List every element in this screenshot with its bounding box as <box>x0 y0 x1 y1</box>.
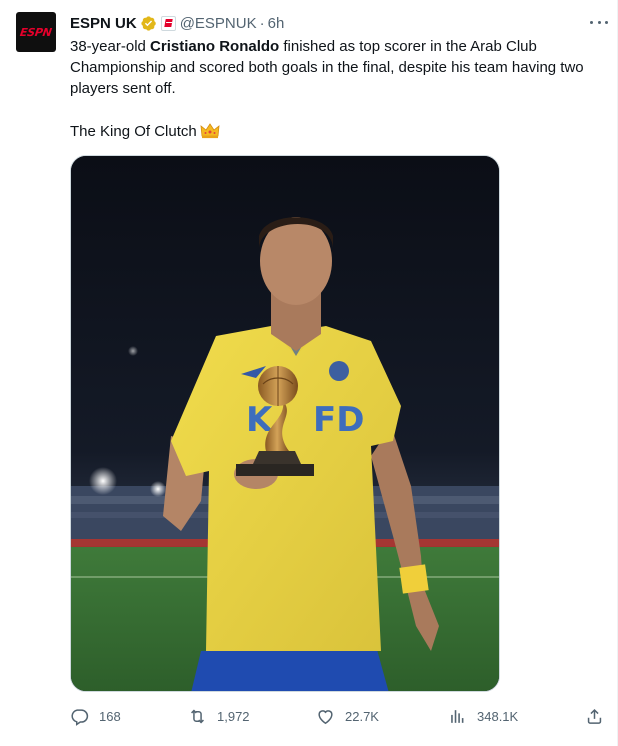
like-icon <box>318 709 333 724</box>
like-count: 22.7K <box>345 708 379 724</box>
reply-icon <box>71 708 89 726</box>
share-icon <box>587 708 602 724</box>
display-name[interactable]: ESPN UK <box>70 15 137 32</box>
reply-count: 168 <box>99 708 121 724</box>
crown-icon <box>200 123 220 139</box>
handle[interactable]: @ESPNUK <box>180 15 257 32</box>
retweet-button[interactable]: 1,972 <box>188 704 250 728</box>
tagline-text: The King Of Clutch <box>70 123 197 140</box>
affiliate-badge-icon[interactable] <box>160 15 176 31</box>
separator: · <box>259 14 265 32</box>
tweet-text: 38-year-old Cristiano Ronaldo finished a… <box>70 36 610 99</box>
tweet-tagline: The King Of Clutch <box>70 121 220 142</box>
verified-badge-icon[interactable] <box>140 15 157 32</box>
timestamp[interactable]: 6h <box>268 15 285 32</box>
views-icon <box>451 709 464 723</box>
tweet[interactable]: ESPN ESPN UK @ESPNUK · 6h 38-year-old Cr… <box>0 0 618 746</box>
reply-button[interactable]: 168 <box>70 704 121 728</box>
avatar[interactable]: ESPN <box>16 12 56 52</box>
views-count: 348.1K <box>477 708 519 724</box>
svg-text:FD: FD <box>313 400 364 440</box>
share-button[interactable] <box>585 704 604 728</box>
views-button[interactable]: 348.1K <box>448 704 518 728</box>
retweet-count: 1,972 <box>217 708 250 724</box>
text-part: 38-year-old <box>70 38 151 55</box>
like-button[interactable]: 22.7K <box>316 704 379 728</box>
text-bold: Cristiano Ronaldo <box>150 38 280 55</box>
player-photo: K FD <box>71 156 499 691</box>
more-icon[interactable] <box>590 15 608 29</box>
tweet-header: ESPN UK @ESPNUK · 6h <box>70 13 284 33</box>
tweet-photo[interactable]: K FD <box>70 155 500 692</box>
tweet-actions: 168 1,972 22.7K 348.1K <box>70 704 610 728</box>
retweet-icon <box>191 708 204 724</box>
avatar-logo: ESPN <box>19 25 53 39</box>
